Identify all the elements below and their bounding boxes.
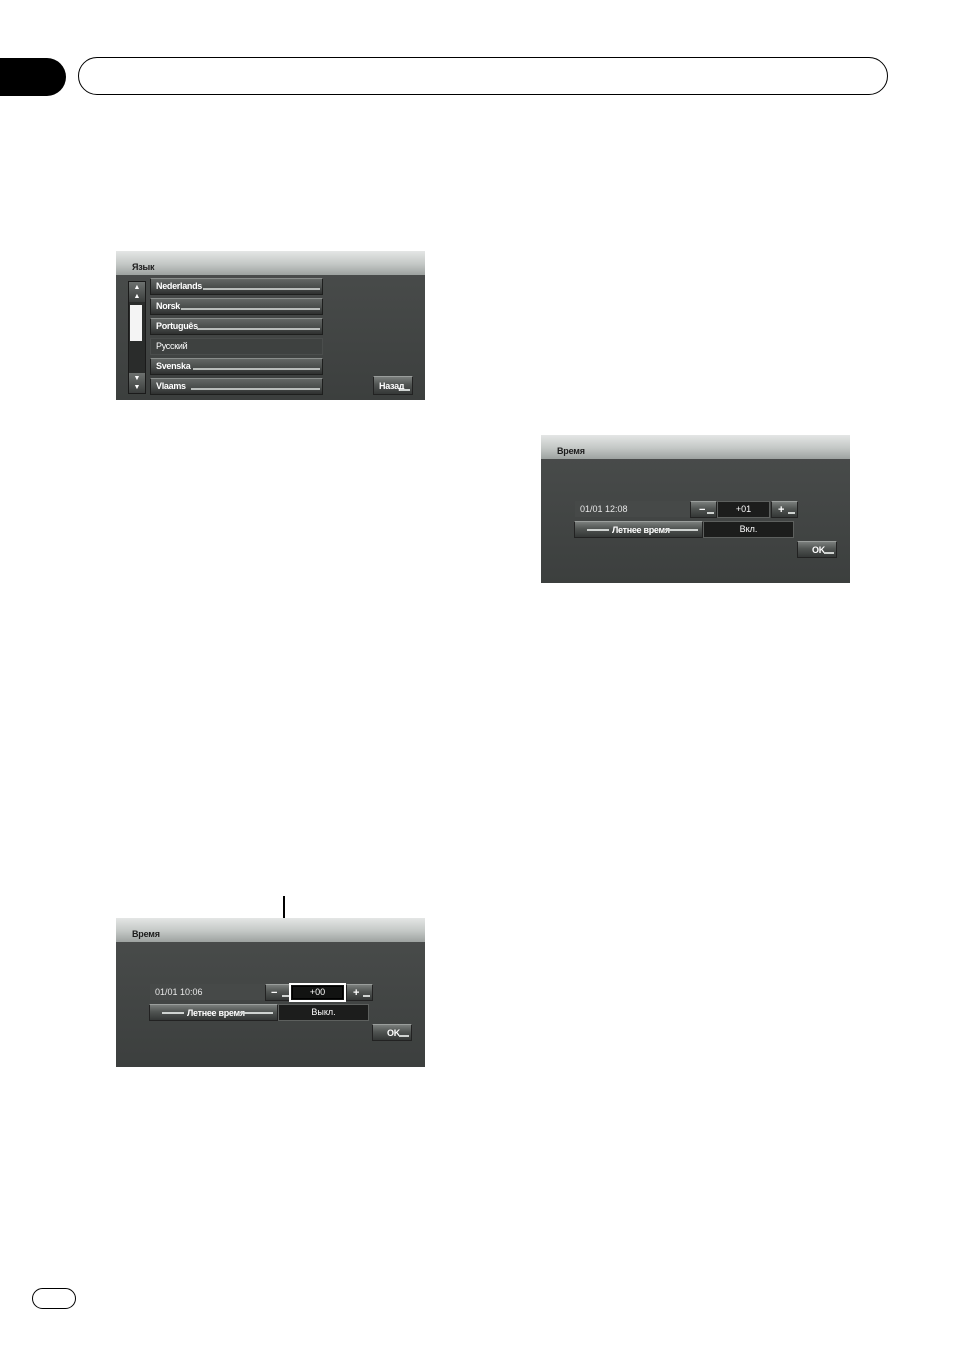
language-item-label: Norsk [156, 301, 181, 311]
dst-button[interactable]: Летнее время [574, 521, 703, 538]
dst-label: Летнее время [612, 524, 670, 535]
screen-title: Время [132, 929, 160, 939]
timezone-plus-button[interactable]: + [771, 501, 798, 518]
scroll-down-icon: ▼ ▼ [133, 375, 141, 391]
time-titlebar: Время [116, 918, 425, 942]
button-highlight [587, 529, 609, 531]
scroll-down-button[interactable]: ▼ ▼ [129, 373, 145, 393]
item-highlight [193, 368, 320, 370]
datetime-text: 01/01 10:06 [155, 987, 203, 997]
minus-icon: − [271, 986, 278, 999]
plus-icon: + [353, 986, 360, 999]
datetime-text: 01/01 12:08 [580, 504, 628, 514]
header-bar [78, 57, 888, 95]
button-highlight [241, 1012, 273, 1014]
chapter-tab [0, 58, 66, 96]
button-highlight [282, 995, 289, 997]
language-item-label: Português [156, 321, 198, 331]
language-item-label: Русский [156, 341, 188, 351]
dst-button[interactable]: Летнее время [149, 1004, 278, 1021]
language-item-svenska[interactable]: Svenska [150, 358, 323, 375]
language-titlebar: Язык [116, 251, 425, 275]
timezone-offset-text: +00 [309, 987, 326, 997]
language-item-label: Nederlands [156, 281, 203, 291]
screen-title: Язык [132, 262, 155, 272]
button-highlight [399, 1035, 409, 1037]
screen-title: Время [557, 446, 585, 456]
language-item-portugues[interactable]: Português [150, 318, 323, 335]
timezone-minus-button[interactable]: − [690, 501, 717, 518]
language-item-nederlands[interactable]: Nederlands [150, 278, 323, 295]
language-item-russian[interactable]: Русский [150, 338, 323, 355]
scrollbar[interactable]: ▲ ▲ ▼ ▼ [128, 281, 146, 394]
dst-value-text: Вкл. [739, 524, 758, 534]
button-highlight [707, 512, 714, 514]
page-number-badge [32, 1288, 76, 1309]
back-button[interactable]: Назад [373, 376, 413, 395]
dst-value: Вкл. [703, 521, 794, 538]
scroll-up-button[interactable]: ▲ ▲ [129, 282, 145, 302]
button-highlight [788, 512, 795, 514]
timezone-minus-button[interactable]: − [265, 984, 292, 1001]
language-item-norsk[interactable]: Norsk [150, 298, 323, 315]
time-screen-dst-off: Время 01/01 10:06 − +00 + Летнее время В… [116, 918, 425, 1067]
minus-icon: − [699, 503, 706, 516]
button-highlight [363, 995, 370, 997]
dst-value: Выкл. [278, 1004, 369, 1021]
datetime-display: 01/01 10:06 [150, 984, 265, 1000]
ok-button[interactable]: OK [797, 541, 837, 558]
language-item-vlaams[interactable]: Vlaams [150, 378, 323, 395]
dst-value-text: Выкл. [311, 1007, 336, 1017]
dst-label: Летнее время [187, 1007, 245, 1018]
button-highlight [400, 389, 410, 391]
timezone-offset-value: +00 [289, 983, 346, 1002]
language-screen: Язык ▲ ▲ ▼ ▼ Nederlands Norsk Português … [116, 251, 425, 400]
item-highlight [181, 308, 320, 310]
item-highlight [203, 288, 320, 290]
language-item-label: Vlaams [156, 381, 186, 391]
button-highlight [824, 552, 834, 554]
button-highlight [162, 1012, 184, 1014]
scroll-thumb[interactable] [130, 305, 142, 341]
item-highlight [197, 328, 320, 330]
scroll-up-icon: ▲ ▲ [133, 284, 141, 300]
button-highlight [666, 529, 698, 531]
time-titlebar: Время [541, 435, 850, 459]
ok-button-label: OK [387, 1027, 400, 1038]
timezone-offset-value: +01 [717, 501, 770, 518]
ok-button[interactable]: OK [372, 1024, 412, 1041]
ok-button-label: OK [812, 544, 825, 555]
timezone-offset-text: +01 [735, 504, 752, 514]
plus-icon: + [778, 503, 785, 516]
language-item-label: Svenska [156, 361, 191, 371]
time-screen-dst-on: Время 01/01 12:08 − +01 + Летнее время В… [541, 435, 850, 583]
item-highlight [191, 388, 320, 390]
timezone-plus-button[interactable]: + [346, 984, 373, 1001]
datetime-display: 01/01 12:08 [575, 501, 690, 517]
